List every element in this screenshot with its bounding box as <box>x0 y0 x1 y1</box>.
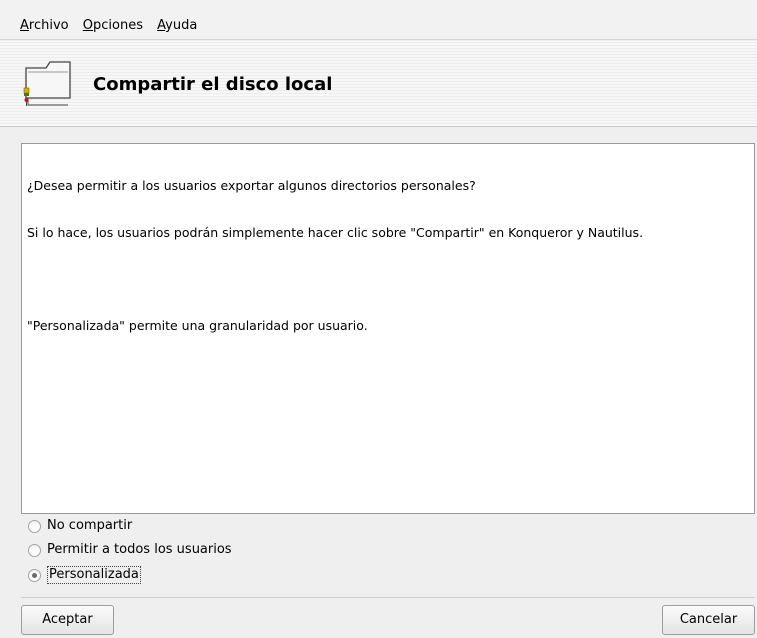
accept-button[interactable]: Aceptar <box>21 605 114 635</box>
radio-button-icon[interactable] <box>28 519 41 533</box>
message-line-3: "Personalizada" permite una granularidad… <box>27 317 368 333</box>
radio-no-compartir[interactable]: No compartir <box>28 516 132 536</box>
radio-personalizada[interactable]: Personalizada <box>28 565 141 585</box>
menu-archivo-label: rchivo <box>28 18 69 33</box>
radio-label-personalizada: Personalizada <box>47 566 141 584</box>
menu-archivo[interactable]: Archivo <box>20 18 69 34</box>
menu-opciones-label: pciones <box>93 18 143 33</box>
radio-permitir-todos[interactable]: Permitir a todos los usuarios <box>28 540 232 560</box>
menu-opciones[interactable]: Opciones <box>83 18 143 34</box>
header-banner: Compartir el disco local <box>0 41 757 127</box>
menu-opciones-accel: O <box>82 18 93 33</box>
radio-button-icon[interactable] <box>28 543 41 557</box>
message-blank-line <box>27 271 749 287</box>
page-title: Compartir el disco local <box>93 74 333 95</box>
menu-archivo-accel: A <box>20 18 29 33</box>
cancel-button[interactable]: Cancelar <box>662 605 755 635</box>
menu-bar: Archivo Opciones Ayuda <box>0 0 757 40</box>
radio-button-selected-icon[interactable] <box>28 568 41 582</box>
divider <box>21 597 755 598</box>
message-line-2: Si lo hace, los usuarios podrán simpleme… <box>27 224 644 240</box>
message-line-1: ¿Desea permitir a los usuarios exportar … <box>27 178 476 193</box>
folder-share-icon <box>23 61 71 106</box>
radio-label-permitir-todos: Permitir a todos los usuarios <box>47 542 232 557</box>
menu-ayuda-accel: A <box>157 18 166 33</box>
menu-ayuda[interactable]: Ayuda <box>157 18 197 34</box>
menu-ayuda-label: yuda <box>165 18 198 33</box>
radio-label-no-compartir: No compartir <box>47 518 133 533</box>
message-text-area[interactable]: ¿Desea permitir a los usuarios exportar … <box>21 143 755 514</box>
